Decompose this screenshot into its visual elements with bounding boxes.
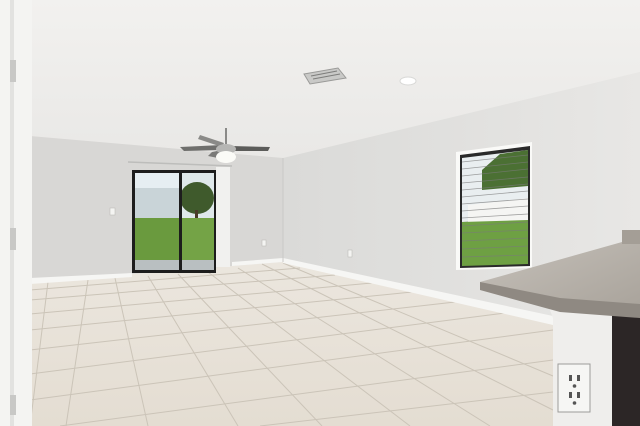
- door-hinge-bottom: [10, 395, 16, 415]
- recessed-light-icon: [399, 76, 417, 86]
- power-outlet-icon: [261, 239, 267, 247]
- power-outlet-icon: [347, 249, 353, 258]
- power-outlet-icon: [109, 207, 116, 216]
- door-divider: [179, 170, 182, 273]
- backsplash-tile: [622, 230, 640, 244]
- power-outlet-icon: [557, 363, 591, 413]
- door-grass-left: [135, 218, 179, 262]
- neighbor-fence: [135, 188, 179, 218]
- door-patio: [135, 260, 214, 270]
- fan-light: [216, 151, 236, 163]
- room-illustration: [0, 0, 640, 426]
- door-grass-right: [182, 218, 214, 260]
- sliding-glass-door: [132, 170, 216, 273]
- curtain-panel: [216, 167, 230, 267]
- room-photo: [0, 0, 640, 426]
- window-with-blinds: [456, 142, 532, 270]
- window-grass: [462, 220, 528, 266]
- door-hinge-middle: [10, 228, 16, 250]
- door-hinge-top: [10, 60, 16, 82]
- tree: [180, 182, 214, 214]
